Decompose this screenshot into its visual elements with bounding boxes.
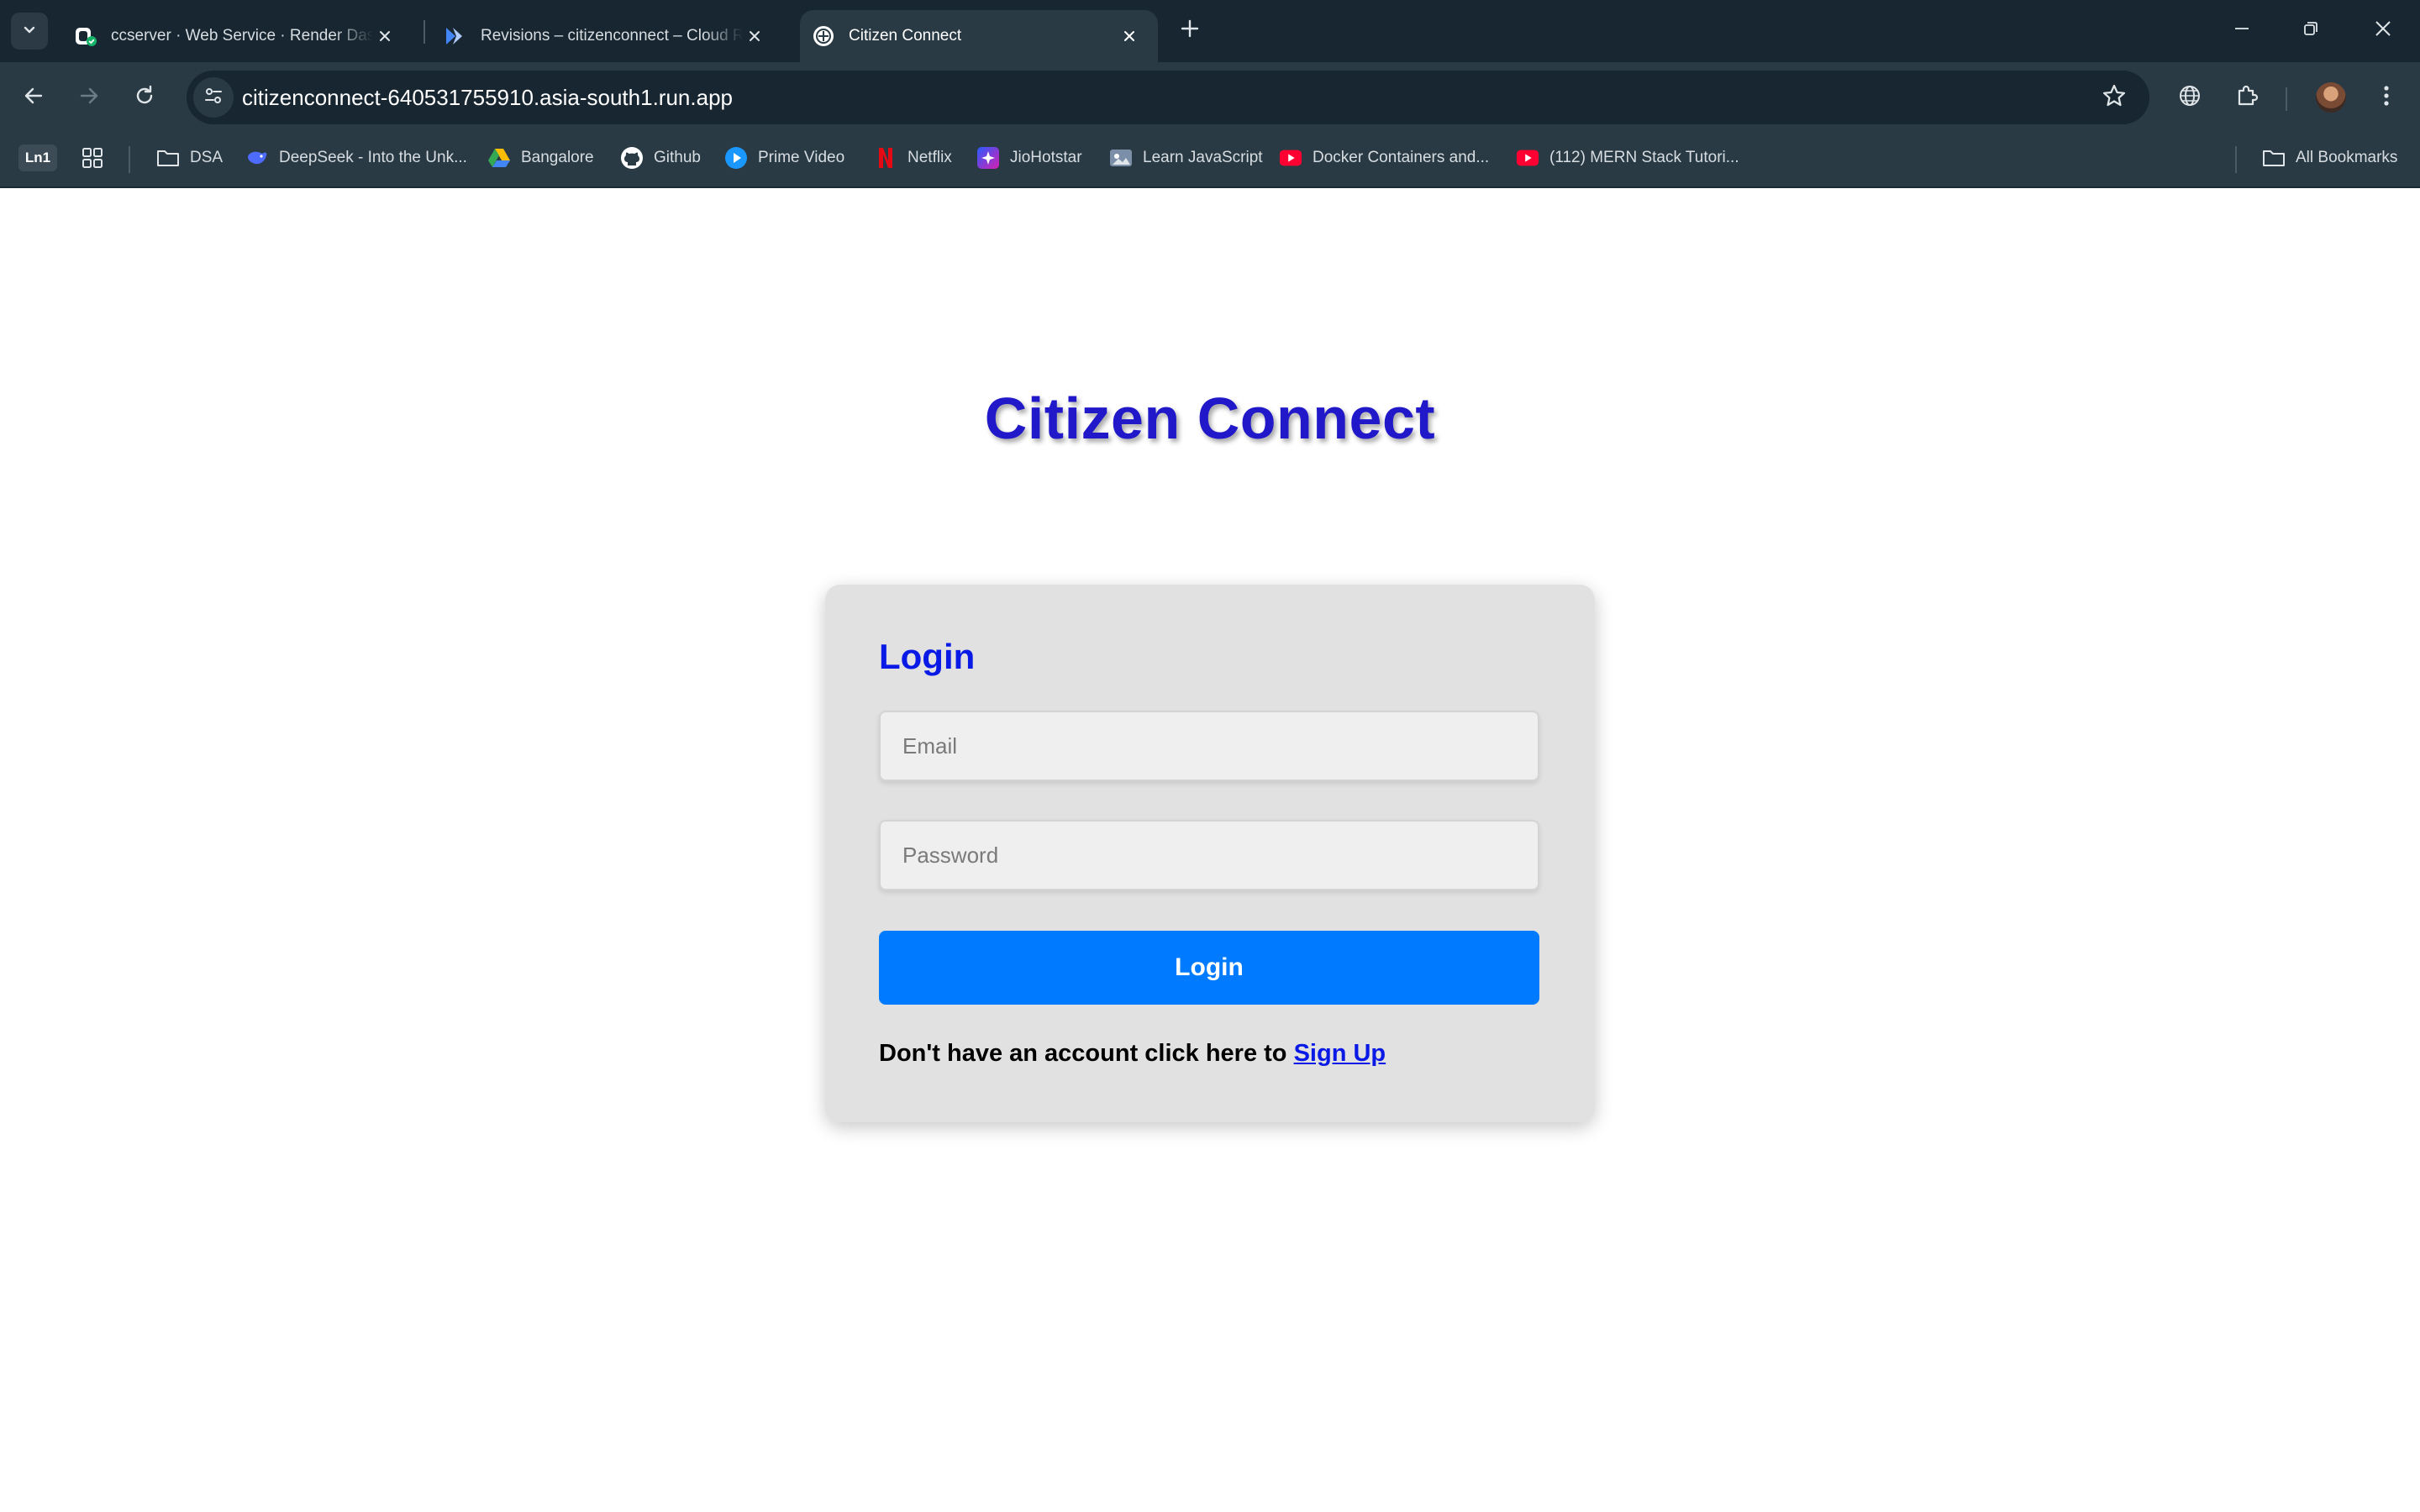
deepseek-icon	[245, 146, 269, 170]
bookmark-label: Learn JavaScript	[1143, 149, 1263, 166]
bookmark-netflix[interactable]: Netflix	[874, 141, 952, 175]
bookmarks-divider	[2235, 146, 2237, 173]
forward-button[interactable]	[67, 76, 111, 119]
folder-icon	[156, 146, 180, 170]
bookmark-star-button[interactable]	[2099, 82, 2129, 113]
bookmark-bangalore[interactable]: Bangalore	[487, 141, 594, 175]
folder-icon	[2262, 146, 2286, 170]
github-icon	[620, 146, 644, 170]
tab-title: Citizen Connect	[849, 27, 962, 45]
bookmark-deepseek[interactable]: DeepSeek - Into the Unk...	[245, 141, 467, 175]
page-title: Citizen Connect	[984, 386, 1436, 451]
address-bar[interactable]: citizenconnect-640531755910.asia-south1.…	[187, 71, 2149, 124]
bookmark-label: DeepSeek - Into the Unk...	[279, 149, 467, 166]
cloud-run-icon	[444, 24, 467, 48]
bookmark-label: Netflix	[908, 149, 952, 166]
bookmark-prime-video[interactable]: Prime Video	[724, 141, 844, 175]
bookmark-learn-javascript[interactable]: Learn JavaScript	[1109, 141, 1263, 175]
close-window-button[interactable]	[2349, 10, 2417, 50]
translate-button[interactable]	[2168, 76, 2212, 119]
tab-search-button[interactable]	[11, 13, 48, 50]
google-drive-icon	[487, 146, 511, 170]
new-tab-button[interactable]	[1175, 15, 1205, 45]
apps-grid-icon	[81, 146, 104, 170]
avatar	[2316, 82, 2346, 113]
login-card: Login Login Don't have an account click …	[825, 585, 1595, 1122]
arrow-left-icon	[22, 84, 45, 112]
signup-prompt: Don't have an account click here to Sign…	[879, 1040, 1386, 1068]
browser-toolbar: citizenconnect-640531755910.asia-south1.…	[0, 62, 2420, 133]
tab-citizen-connect[interactable]: Citizen Connect	[800, 10, 1158, 62]
all-bookmarks-label: All Bookmarks	[2296, 149, 2398, 166]
back-button[interactable]	[12, 76, 55, 119]
more-vertical-icon	[2382, 83, 2391, 113]
bookmark-label: DSA	[190, 149, 224, 166]
reload-icon	[133, 84, 156, 112]
bookmark-jiohotstar[interactable]: JioHotstar	[976, 141, 1082, 175]
toolbar-divider	[2286, 87, 2287, 111]
bookmark-label: Docker Containers and...	[1313, 149, 1490, 166]
citizen-connect-icon	[812, 24, 835, 48]
bookmark-label: Bangalore	[521, 149, 594, 166]
netflix-icon	[874, 146, 897, 170]
browser-menu-button[interactable]	[2365, 76, 2408, 119]
render-icon	[74, 24, 97, 48]
restore-window-button[interactable]	[2277, 10, 2344, 50]
puzzle-icon	[2234, 83, 2260, 113]
bookmark-docker-containers[interactable]: Docker Containers and...	[1279, 141, 1489, 175]
tab-render-dashboard[interactable]: ccserver · Web Service · Render Dashboar…	[50, 10, 413, 62]
youtube-icon	[1516, 146, 1539, 170]
tune-icon	[203, 85, 224, 111]
arrow-right-icon	[77, 84, 101, 112]
close-tab-icon[interactable]	[373, 24, 397, 48]
minimize-icon	[2233, 20, 2250, 41]
bookmarks-bar: Ln1 DSA DeepSeek - Into the Unk... Banga…	[0, 133, 2420, 188]
bookmark-profile-badge[interactable]: Ln1	[18, 141, 57, 175]
jiohotstar-icon	[976, 146, 1000, 170]
bookmarks-divider	[129, 146, 130, 173]
apps-button[interactable]	[81, 141, 114, 175]
profile-button[interactable]	[2309, 76, 2353, 119]
bookmark-github[interactable]: Github	[620, 141, 701, 175]
url-text[interactable]: citizenconnect-640531755910.asia-south1.…	[242, 71, 733, 124]
bookmark-label: (112) MERN Stack Tutori...	[1549, 149, 1739, 166]
globe-icon	[2177, 83, 2202, 113]
prime-video-icon	[724, 146, 748, 170]
star-icon	[2102, 83, 2127, 113]
bookmark-label: Prime Video	[758, 149, 845, 166]
bookmark-mern-stack[interactable]: (112) MERN Stack Tutori...	[1516, 141, 1739, 175]
extensions-button[interactable]	[2225, 76, 2269, 119]
tab-cloud-run-revisions[interactable]: Revisions – citizenconnect – Cloud Run –…	[420, 10, 783, 62]
minimize-window-button[interactable]	[2208, 10, 2275, 50]
tab-title: ccserver · Web Service · Render Dashboar…	[111, 27, 373, 45]
close-icon	[2374, 19, 2392, 42]
reload-button[interactable]	[123, 76, 166, 119]
profile-badge: Ln1	[18, 144, 57, 171]
chevron-down-icon	[21, 21, 38, 42]
close-tab-icon[interactable]	[1118, 24, 1141, 48]
password-field[interactable]	[879, 820, 1539, 890]
login-heading: Login	[879, 637, 976, 676]
youtube-icon	[1279, 146, 1302, 170]
restore-icon	[2302, 20, 2319, 41]
login-button[interactable]: Login	[879, 931, 1539, 1005]
bookmark-label: JioHotstar	[1010, 149, 1082, 166]
plus-icon	[1180, 18, 1200, 43]
browser-tab-strip: ccserver · Web Service · Render Dashboar…	[0, 0, 2420, 62]
bookmark-dsa[interactable]: DSA	[156, 141, 223, 175]
signup-prompt-text: Don't have an account click here to	[879, 1040, 1294, 1067]
close-tab-icon[interactable]	[743, 24, 766, 48]
signup-link[interactable]: Sign Up	[1294, 1040, 1386, 1067]
bookmark-label: Github	[654, 149, 701, 166]
all-bookmarks[interactable]: All Bookmarks	[2262, 141, 2397, 175]
site-info-button[interactable]	[193, 77, 234, 118]
learn-js-icon	[1109, 146, 1133, 170]
tab-title: Revisions – citizenconnect – Cloud Run –…	[481, 27, 743, 45]
email-field[interactable]	[879, 711, 1539, 781]
